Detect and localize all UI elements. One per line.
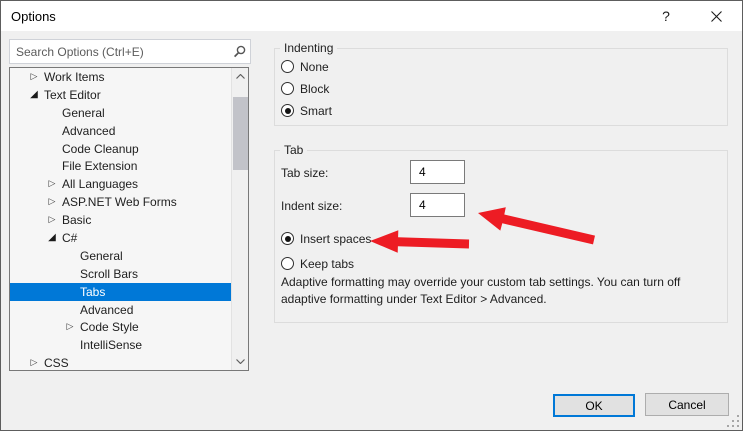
cancel-button[interactable]: Cancel — [645, 393, 729, 416]
scroll-up-button[interactable] — [232, 68, 249, 85]
tab-group: Tab Tab size: Indent size: Insert spaces… — [274, 150, 728, 323]
help-icon: ? — [662, 8, 670, 24]
radio-block[interactable]: Block — [281, 80, 329, 97]
radio-label: Insert spaces — [300, 232, 371, 246]
tab-group-title: Tab — [280, 143, 307, 157]
tree-item-code-style[interactable]: ▷Code Style — [10, 318, 231, 336]
tree-rows: ▷Work Items◢Text EditorGeneralAdvancedCo… — [10, 68, 231, 370]
radio-selected-icon[interactable] — [281, 104, 294, 117]
radio-unselected-icon[interactable] — [281, 60, 294, 73]
tree-item-c-[interactable]: ◢C# — [10, 229, 231, 247]
ok-button[interactable]: OK — [553, 394, 635, 417]
tree-item-code-cleanup[interactable]: Code Cleanup — [10, 140, 231, 158]
chevron-down-icon — [236, 359, 245, 364]
scroll-down-button[interactable] — [232, 353, 249, 370]
radio-label: None — [300, 60, 329, 74]
indenting-group-title: Indenting — [280, 41, 337, 55]
tree-item-label: ASP.NET Web Forms — [62, 195, 177, 209]
radio-keep-tabs[interactable]: Keep tabs — [281, 255, 354, 272]
tree-item-label: Basic — [62, 213, 91, 227]
expanded-arrow-icon[interactable]: ◢ — [42, 229, 62, 247]
titlebar: Options ? — [1, 1, 742, 31]
tree-item-asp-net-web-forms[interactable]: ▷ASP.NET Web Forms — [10, 193, 231, 211]
radio-smart[interactable]: Smart — [281, 102, 332, 119]
collapsed-arrow-icon[interactable]: ▷ — [42, 193, 62, 211]
tree-item-label: Advanced — [62, 124, 115, 138]
tab-size-label: Tab size: — [281, 166, 328, 180]
tree-item-label: All Languages — [62, 177, 138, 191]
radio-unselected-icon[interactable] — [281, 82, 294, 95]
collapsed-arrow-icon[interactable]: ▷ — [60, 318, 80, 336]
tree-item-work-items[interactable]: ▷Work Items — [10, 68, 231, 86]
tree-item-tabs[interactable]: Tabs — [10, 283, 231, 301]
search-input[interactable] — [10, 40, 228, 63]
tree-item-basic[interactable]: ▷Basic — [10, 211, 231, 229]
close-button[interactable] — [698, 1, 734, 31]
tree-item-text-editor[interactable]: ◢Text Editor — [10, 86, 231, 104]
cancel-button-label: Cancel — [668, 398, 705, 412]
close-icon — [711, 11, 722, 22]
radio-label: Block — [300, 82, 329, 96]
radio-label: Smart — [300, 104, 332, 118]
radio-unselected-icon[interactable] — [281, 257, 294, 270]
options-dialog: Options ? ▷Work Items◢Text EditorGeneral… — [0, 0, 743, 431]
indenting-group: Indenting NoneBlockSmart — [274, 48, 728, 126]
tree-item-label: Code Cleanup — [62, 142, 139, 156]
search-box — [9, 39, 251, 64]
tree-item-advanced[interactable]: Advanced — [10, 122, 231, 140]
radio-none[interactable]: None — [281, 58, 329, 75]
indent-size-input[interactable] — [410, 193, 465, 217]
scrollbar-thumb[interactable] — [233, 97, 248, 170]
tree-item-label: Code Style — [80, 320, 139, 334]
options-tree: ▷Work Items◢Text EditorGeneralAdvancedCo… — [9, 67, 249, 371]
tree-item-label: Text Editor — [44, 88, 101, 102]
radio-insert-spaces[interactable]: Insert spaces — [281, 230, 371, 247]
chevron-up-icon — [236, 74, 245, 79]
tree-item-all-languages[interactable]: ▷All Languages — [10, 175, 231, 193]
tree-item-label: C# — [62, 231, 77, 245]
collapsed-arrow-icon[interactable]: ▷ — [42, 211, 62, 229]
tree-item-label: IntelliSense — [80, 338, 142, 352]
tab-size-input[interactable] — [410, 160, 465, 184]
collapsed-arrow-icon[interactable]: ▷ — [24, 354, 44, 371]
tree-item-label: Tabs — [80, 285, 105, 299]
tree-item-label: General — [80, 249, 123, 263]
tree-item-label: CSS — [44, 356, 69, 370]
tree-item-label: Work Items — [44, 70, 104, 84]
collapsed-arrow-icon[interactable]: ▷ — [24, 68, 44, 86]
tree-item-advanced[interactable]: Advanced — [10, 301, 231, 319]
tree-item-scroll-bars[interactable]: Scroll Bars — [10, 265, 231, 283]
tree-item-label: File Extension — [62, 159, 137, 173]
resize-grip[interactable] — [726, 414, 740, 428]
dialog-title: Options — [11, 9, 56, 24]
adaptive-formatting-note: Adaptive formatting may override your cu… — [281, 274, 727, 308]
tree-item-general[interactable]: General — [10, 247, 231, 265]
radio-label: Keep tabs — [300, 257, 354, 271]
radio-selected-icon[interactable] — [281, 232, 294, 245]
tree-item-general[interactable]: General — [10, 104, 231, 122]
tree-item-file-extension[interactable]: File Extension — [10, 157, 231, 175]
collapsed-arrow-icon[interactable]: ▷ — [42, 175, 62, 193]
tree-item-label: Advanced — [80, 303, 133, 317]
ok-button-label: OK — [585, 399, 602, 413]
tree-scrollbar[interactable] — [231, 68, 248, 370]
tree-item-intellisense[interactable]: IntelliSense — [10, 336, 231, 354]
tree-item-css[interactable]: ▷CSS — [10, 354, 231, 371]
expanded-arrow-icon[interactable]: ◢ — [24, 86, 44, 104]
indent-size-label: Indent size: — [281, 199, 342, 213]
tree-item-label: Scroll Bars — [80, 267, 138, 281]
search-icon[interactable] — [228, 40, 250, 63]
tree-item-label: General — [62, 106, 105, 120]
help-button[interactable]: ? — [648, 1, 684, 31]
